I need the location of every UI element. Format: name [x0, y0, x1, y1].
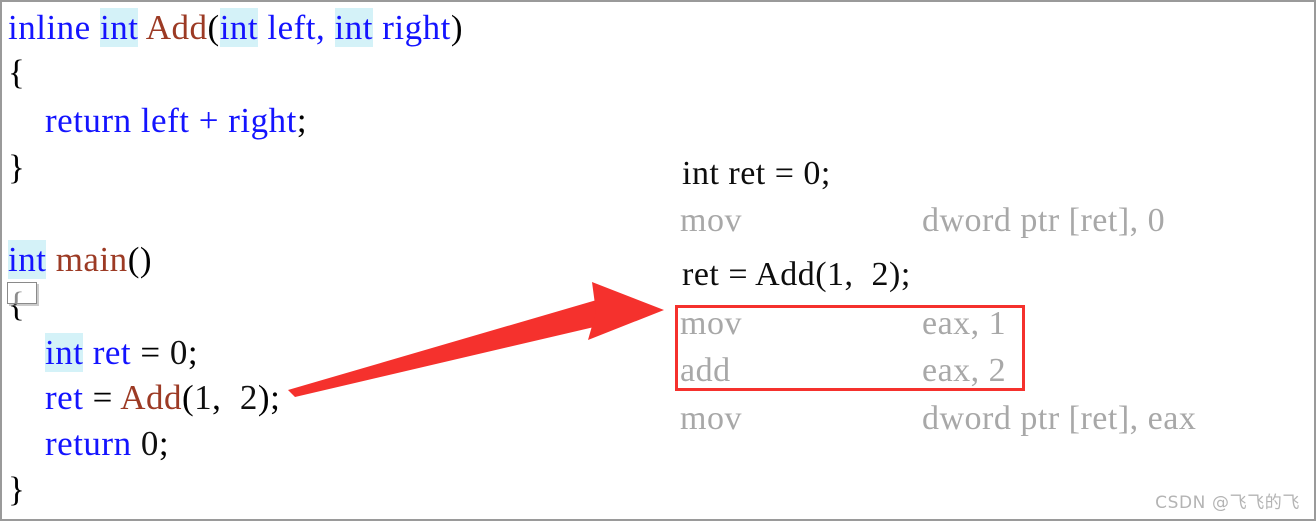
code-token: int — [45, 333, 84, 372]
code-token: right — [372, 8, 451, 47]
disassembly-instruction-line: mov dword ptr [ret], 0 — [680, 204, 1165, 238]
source-code-line: } — [8, 150, 25, 185]
code-token: int — [99, 8, 139, 47]
code-token: int — [8, 240, 47, 279]
editor-caret-widget-box — [7, 282, 37, 304]
code-token: { — [8, 53, 26, 92]
code-token: 1 — [194, 378, 213, 417]
asm-mnemonic: mov — [680, 400, 742, 437]
code-token: ret — [45, 378, 84, 417]
code-token: () — [127, 240, 152, 279]
inlined-call-highlight-box — [675, 305, 1025, 391]
code-token: int — [334, 8, 373, 47]
code-token: + — [198, 101, 219, 140]
code-comparison-figure: inline int Add(int left, int right) { re… — [0, 0, 1316, 521]
disassembly-source-line: ret = Add(1, 2); — [682, 256, 911, 293]
source-code-line: return left + right; — [8, 103, 307, 138]
source-code-line: inline int Add(int left, int right) — [8, 8, 463, 47]
code-token: 2 — [239, 378, 258, 417]
source-code-line: int ret = 0; — [8, 333, 199, 372]
code-token: Add — [120, 378, 183, 417]
code-token: int — [219, 8, 259, 47]
code-token: ); — [257, 378, 281, 417]
source-code-line: } — [8, 472, 25, 507]
code-token: = — [83, 378, 121, 417]
code-token: main — [55, 240, 128, 279]
code-token: } — [8, 148, 26, 187]
code-token: ( — [207, 8, 220, 47]
code-token: right — [228, 101, 297, 140]
source-code-line: int main() — [8, 240, 152, 279]
source-code-line: ret = Add(1, 2); — [8, 380, 280, 415]
code-token: ret — [92, 333, 132, 372]
disassembly-instruction-line: mov dword ptr [ret], eax — [680, 402, 1196, 436]
asm-operands: dword ptr [ret], eax — [922, 400, 1197, 437]
code-token: inline — [8, 8, 100, 47]
code-token: = — [131, 333, 170, 372]
code-token: ; — [158, 424, 170, 463]
inline-expansion-arrow-icon — [288, 282, 664, 397]
code-token: return — [45, 424, 132, 463]
code-token: ( — [182, 378, 195, 417]
code-token: ; — [187, 333, 199, 372]
code-token: ; — [296, 101, 308, 140]
code-token: 0 — [140, 424, 159, 463]
source-code-line: { — [8, 55, 25, 90]
code-token: ) — [450, 8, 463, 47]
csdn-watermark: CSDN @飞飞的飞 — [1155, 493, 1300, 513]
asm-mnemonic: mov — [680, 202, 742, 239]
asm-operands: dword ptr [ret], 0 — [922, 202, 1166, 239]
code-token: left — [140, 101, 190, 140]
code-token: } — [8, 470, 26, 509]
code-token: 0 — [169, 333, 188, 372]
code-token: , — [212, 378, 240, 417]
code-token: left, — [258, 8, 335, 47]
code-token: return — [45, 101, 132, 140]
code-token: Add — [145, 8, 208, 47]
source-code-line: return 0; — [8, 426, 169, 461]
disassembly-source-line: int ret = 0; — [682, 155, 831, 192]
